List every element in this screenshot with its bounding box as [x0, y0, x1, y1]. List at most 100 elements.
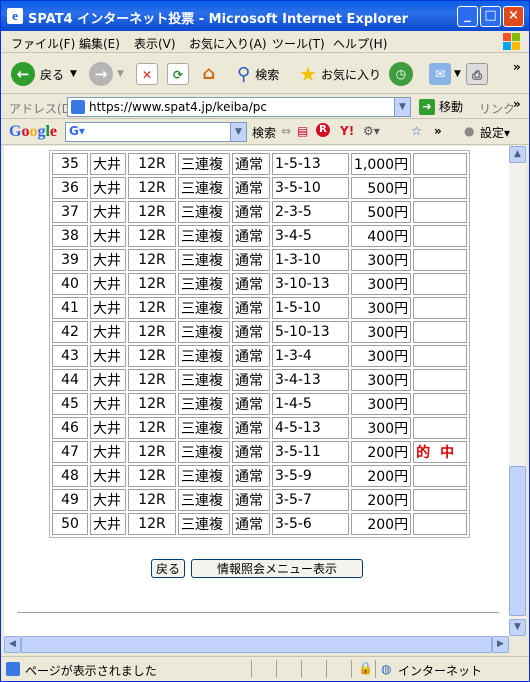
search-toolbar-button[interactable]: ⚲ 検索 — [237, 61, 279, 87]
vertical-scroll-thumb[interactable] — [509, 466, 526, 616]
maximize-button[interactable]: □ — [480, 6, 501, 27]
home-button[interactable]: ⌂ — [198, 61, 220, 87]
back-toolbar-label: 戻る — [40, 67, 65, 82]
address-url[interactable]: https://www.spat4.jp/keiba/pc — [89, 100, 267, 114]
bet-result — [413, 345, 468, 367]
go-label: 移動 — [439, 100, 464, 114]
scroll-left-button[interactable]: ◀ — [4, 636, 21, 653]
forward-toolbar-button[interactable]: → ▼ — [89, 61, 124, 87]
bookmark-star-icon[interactable]: ☆ — [411, 124, 422, 138]
bet-amount: 300円 — [351, 297, 412, 319]
bet-venue: 大井 — [90, 441, 126, 463]
bet-combination: 3-5-7 — [272, 489, 349, 511]
yahoo-icon[interactable]: Y! — [340, 124, 354, 138]
settings-icon[interactable]: ● — [464, 124, 474, 138]
status-divider — [276, 660, 277, 678]
toolbar-overflow-button[interactable]: » — [513, 54, 521, 80]
bet-type: 三連複 — [178, 417, 230, 439]
bet-venue: 大井 — [90, 321, 126, 343]
bet-combination: 1-4-5 — [272, 393, 349, 415]
forward-arrow-icon: → — [89, 62, 113, 86]
bet-race: 12R — [128, 153, 176, 175]
search-toolbar-label: 検索 — [255, 67, 280, 82]
menu-help[interactable]: ヘルプ(H) — [333, 35, 387, 52]
horizontal-scroll-thumb[interactable] — [21, 636, 492, 653]
bet-mode: 通常 — [232, 513, 270, 535]
history-button[interactable]: ◷ — [389, 61, 413, 87]
table-row: 35 大井 12R 三連複 通常 1-5-13 1,000円 — [52, 153, 468, 175]
table-row: 47 大井 12R 三連複 通常 3-5-11 200円 的中 — [52, 441, 468, 463]
info-menu-button[interactable]: 情報照会メニュー表示 — [191, 559, 364, 578]
vertical-scrollbar[interactable]: ▲ ▼ — [509, 146, 526, 636]
bet-mode: 通常 — [232, 393, 270, 415]
page-icon — [71, 100, 85, 114]
menu-view[interactable]: 表示(V) — [134, 35, 176, 52]
bet-combination: 3-4-13 — [272, 369, 349, 391]
settings-button[interactable]: 設定▾ — [480, 124, 510, 141]
history-icon: ◷ — [389, 62, 413, 86]
chevron-right-icon[interactable]: » — [434, 124, 442, 138]
links-label[interactable]: リンク — [479, 100, 515, 117]
horizontal-scrollbar[interactable]: ◀ ▶ — [4, 636, 509, 653]
menu-favorites[interactable]: お気に入り(A) — [189, 35, 267, 52]
scroll-right-button[interactable]: ▶ — [492, 636, 509, 653]
bet-race: 12R — [128, 513, 176, 535]
menu-edit[interactable]: 編集(E) — [79, 35, 120, 52]
bet-result — [413, 225, 468, 247]
back-button[interactable]: 戻る — [151, 559, 186, 578]
favorites-toolbar-button[interactable]: ★ お気に入り — [299, 61, 381, 87]
menu-file[interactable]: ファイル(F) — [11, 35, 75, 52]
minimize-button[interactable]: _ — [457, 6, 478, 27]
close-button[interactable]: × — [503, 6, 524, 27]
bet-venue: 大井 — [90, 345, 126, 367]
print-button[interactable]: ⎙ — [466, 61, 488, 87]
page-content: 35 大井 12R 三連複 通常 1-5-13 1,000円 36 大井 12R 三連複 通常 3-5-… — [4, 146, 509, 636]
rakuten-icon[interactable]: R — [316, 123, 330, 137]
star-icon: ★ — [299, 62, 317, 86]
address-input[interactable]: https://www.spat4.jp/keiba/pc ▼ — [67, 97, 411, 117]
bet-combination: 1-3-4 — [272, 345, 349, 367]
bet-amount: 300円 — [351, 417, 412, 439]
puzzle-icon[interactable]: ⚙▾ — [363, 124, 380, 138]
google-search-input[interactable]: G▾ ▼ — [65, 122, 247, 142]
scroll-down-button[interactable]: ▼ — [509, 619, 526, 636]
refresh-button[interactable]: ⟳ — [167, 61, 189, 87]
bet-mode: 通常 — [232, 297, 270, 319]
table-row: 50 大井 12R 三連複 通常 3-5-6 200円 — [52, 513, 468, 535]
bet-type: 三連複 — [178, 345, 230, 367]
bet-history-table: 35 大井 12R 三連複 通常 1-5-13 1,000円 36 大井 12R 三連複 通常 3-5-… — [49, 150, 471, 538]
stop-button[interactable]: ✕ — [136, 61, 158, 87]
bet-result — [413, 369, 468, 391]
title-bar[interactable]: e SPAT4 インターネット投票 - Microsoft Internet E… — [1, 1, 529, 31]
bet-amount: 500円 — [351, 201, 412, 223]
chevron-down-icon: ▼ — [454, 69, 461, 79]
bet-venue: 大井 — [90, 177, 126, 199]
bet-amount: 400円 — [351, 225, 412, 247]
go-button[interactable]: ➜ 移動 — [419, 98, 463, 115]
table-row: 41 大井 12R 三連複 通常 1-5-10 300円 — [52, 297, 468, 319]
chevron-right-icon[interactable]: » — [513, 97, 521, 111]
bet-combination: 4-5-13 — [272, 417, 349, 439]
google-search-button[interactable]: 検索 — [252, 124, 276, 141]
window-title: SPAT4 インターネット投票 - Microsoft Internet Exp… — [28, 12, 409, 27]
bet-type: 三連複 — [178, 393, 230, 415]
back-toolbar-button[interactable]: ← 戻る ▼ — [11, 61, 77, 87]
chevron-down-icon[interactable]: ▼ — [230, 123, 246, 141]
bet-combination: 1-3-10 — [272, 249, 349, 271]
settings-label: 設定 — [480, 126, 505, 140]
stop-icon: ✕ — [136, 63, 158, 85]
menu-tools[interactable]: ツール(T) — [272, 35, 325, 52]
bet-result — [413, 393, 468, 415]
google-logo: Google — [9, 123, 58, 140]
scroll-up-button[interactable]: ▲ — [509, 146, 526, 163]
mail-button[interactable]: ✉ ▼ — [429, 61, 461, 87]
bet-mode: 通常 — [232, 153, 270, 175]
bet-amount: 200円 — [351, 513, 412, 535]
chevron-down-icon[interactable]: ▼ — [394, 98, 410, 116]
bet-amount: 300円 — [351, 249, 412, 271]
bet-amount: 300円 — [351, 369, 412, 391]
news-icon[interactable]: ▤ — [297, 124, 308, 138]
bet-mode: 通常 — [232, 345, 270, 367]
bet-race: 12R — [128, 177, 176, 199]
pagerank-icon[interactable]: ⇔ — [281, 124, 291, 138]
